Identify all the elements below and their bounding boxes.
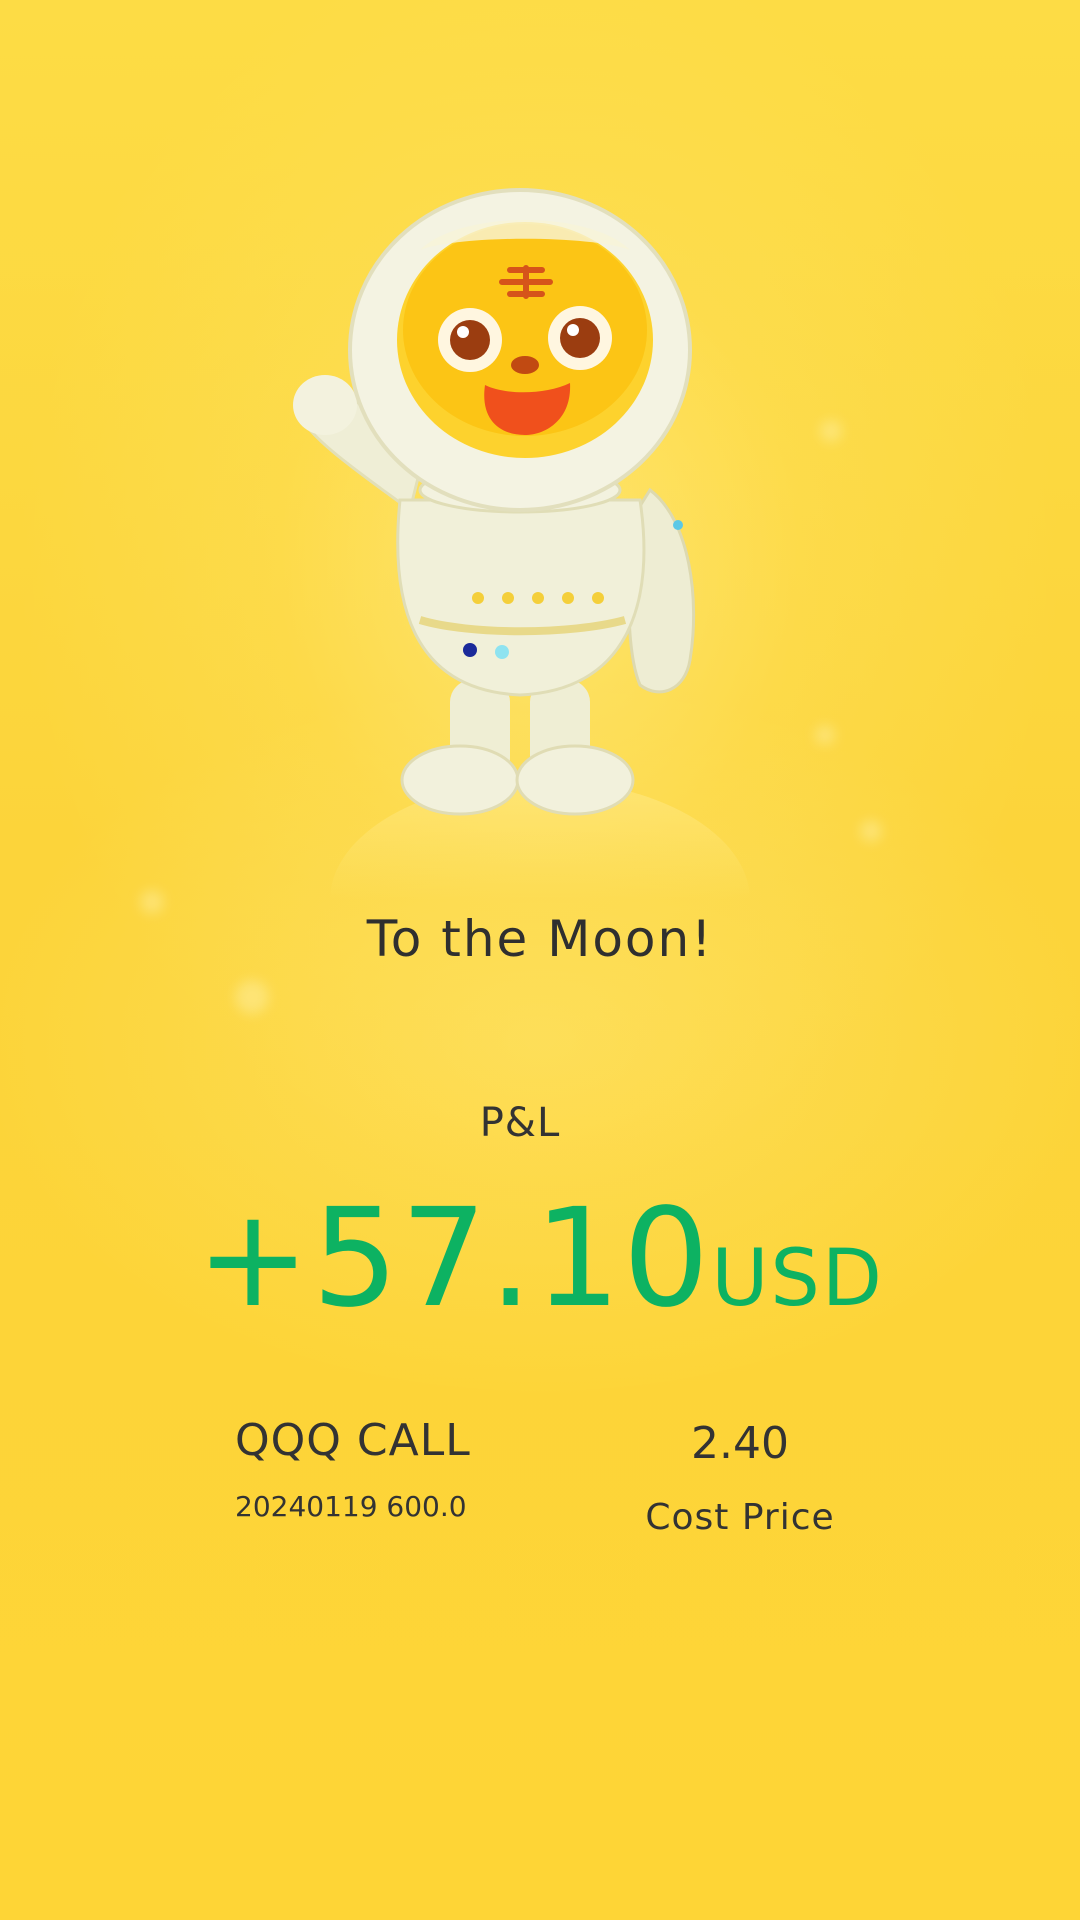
- cost-info: 2.40 Cost Price: [620, 1418, 860, 1538]
- background-sparkle: [815, 725, 835, 745]
- background-sparkle: [860, 820, 882, 842]
- astronaut-tiger-mascot-icon: [293, 188, 696, 816]
- cost-price-value: 2.40: [691, 1418, 789, 1469]
- background-sparkle: [820, 420, 842, 442]
- pnl-value: +57.10USD: [0, 1180, 1080, 1338]
- pnl-label: P&L: [479, 1100, 561, 1146]
- background-sparkle: [235, 980, 269, 1014]
- contract-name: QQQ CALL: [235, 1415, 471, 1466]
- contract-detail: 20240119 600.0: [235, 1490, 467, 1523]
- headline: To the Moon!: [366, 910, 714, 968]
- pnl-amount: +57.10: [196, 1180, 712, 1338]
- pnl-currency: USD: [711, 1234, 884, 1324]
- contract-info: QQQ CALL 20240119 600.0: [235, 1415, 471, 1523]
- cost-price-label: Cost Price: [645, 1497, 835, 1538]
